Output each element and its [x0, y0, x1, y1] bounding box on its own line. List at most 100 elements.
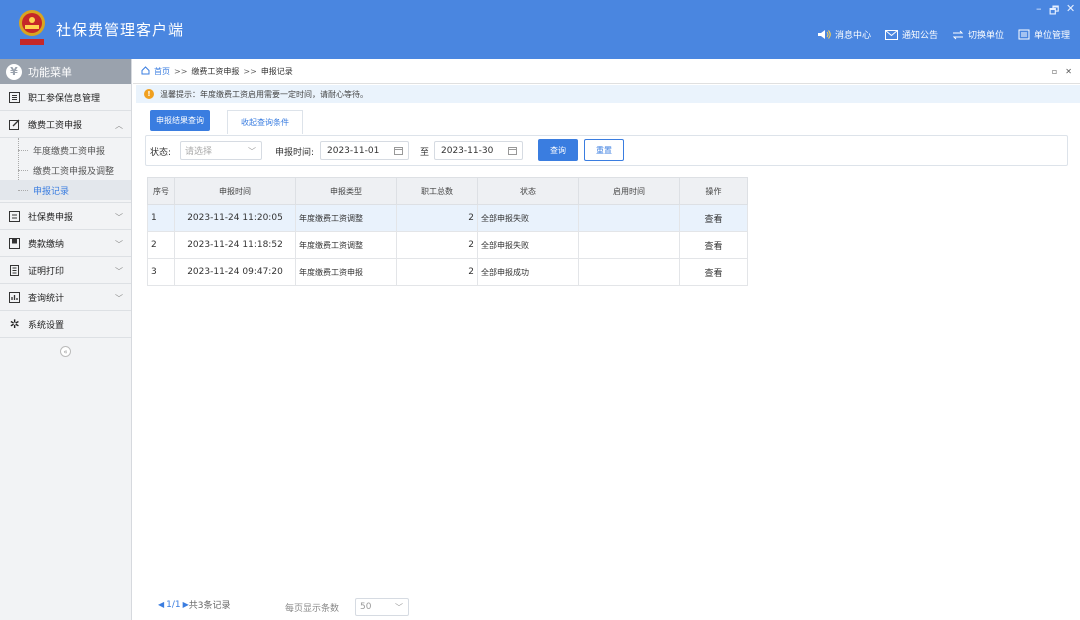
- cell-no: 1: [147, 204, 175, 232]
- switch-unit-button[interactable]: 切换单位: [952, 28, 1004, 41]
- view-link[interactable]: 查看: [679, 204, 748, 232]
- collapse-sidebar-button[interactable]: «: [60, 346, 71, 357]
- tab-declaration-results[interactable]: 申报结果查询: [150, 110, 210, 131]
- sidebar-item-label: 职工参保信息管理: [28, 93, 101, 104]
- sidebar-subitem-annual-declaration[interactable]: 年度缴费工资申报: [0, 140, 131, 160]
- query-button[interactable]: 查询: [538, 139, 578, 161]
- message-center-label: 消息中心: [834, 31, 871, 41]
- title-bar: 社保费管理客户端 – 🗗 ✕ 消息中心 通知公告 切换单位 单位管理: [0, 0, 1080, 59]
- prev-page-icon[interactable]: ◀: [158, 600, 164, 609]
- breadcrumb-home-link[interactable]: 首页: [154, 66, 170, 77]
- cell-time: 2023-11-24 11:18:52: [174, 231, 296, 259]
- cell-status: 全部申报失败: [477, 204, 579, 232]
- calendar-icon: [394, 146, 403, 158]
- col-header-time: 申报时间: [174, 177, 296, 205]
- sidebar-subitem-declaration-adjustment[interactable]: 缴费工资申报及调整: [0, 160, 131, 180]
- switch-arrows-icon: [952, 30, 964, 40]
- header-actions: 消息中心 通知公告 切换单位 单位管理: [817, 28, 1070, 41]
- date-to-input[interactable]: 2023-11-30: [434, 141, 523, 160]
- sidebar-title: 功能菜单: [28, 65, 72, 79]
- cell-count: 2: [396, 204, 478, 232]
- collapse-filters-button[interactable]: 收起查询条件: [227, 110, 303, 134]
- chart-icon: [9, 291, 20, 303]
- cell-status: 全部申报失败: [477, 231, 579, 259]
- sidebar-item-system-settings[interactable]: ✲ 系统设置: [0, 311, 131, 338]
- reset-button[interactable]: 重置: [584, 139, 624, 161]
- cell-count: 2: [396, 231, 478, 259]
- main-panel: 首页 >> 缴费工资申报 >> 申报记录 ▫ ✕ ! 温馨提示：年度缴费工资启用…: [133, 59, 1080, 620]
- col-header-count: 职工总数: [396, 177, 478, 205]
- tab-window-controls: ▫ ✕: [1052, 67, 1072, 76]
- cell-type: 年度缴费工资调整: [295, 231, 397, 259]
- wallet-icon: [9, 237, 20, 249]
- unit-management-label: 单位管理: [1033, 31, 1070, 41]
- minimize-button[interactable]: –: [1036, 2, 1042, 15]
- chevron-down-icon: ﹀: [115, 267, 123, 276]
- col-header-status: 状态: [477, 177, 579, 205]
- sidebar-item-query-statistics[interactable]: 查询统计 ﹀: [0, 284, 131, 311]
- emblem-logo: [16, 8, 48, 48]
- gear-icon: ✲: [9, 317, 20, 331]
- col-header-enabled-time: 启用时间: [578, 177, 680, 205]
- restore-button[interactable]: 🗗: [1049, 2, 1059, 21]
- notices-label: 通知公告: [901, 31, 938, 41]
- date-label: 申报时间:: [275, 148, 315, 158]
- sidebar-item-label: 系统设置: [28, 320, 65, 331]
- sidebar-subitem-declaration-records[interactable]: 申报记录: [0, 180, 131, 200]
- tab-close-icon[interactable]: ✕: [1065, 67, 1072, 76]
- notice-bar: ! 温馨提示：年度缴费工资启用需要一定时间，请耐心等待。: [136, 85, 1080, 103]
- status-select[interactable]: 请选择 ﹀: [180, 141, 262, 160]
- app-title: 社保费管理客户端: [56, 21, 185, 39]
- breadcrumb-current: 申报记录: [260, 66, 293, 76]
- cell-enabled-time: [578, 231, 680, 259]
- sidebar-item-social-fee-declaration[interactable]: 社保费申报 ﹀: [0, 203, 131, 230]
- chevron-down-icon: ﹀: [248, 147, 256, 156]
- table-row[interactable]: 1 2023-11-24 11:20:05 年度缴费工资调整 2 全部申报失败 …: [147, 204, 748, 232]
- cell-no: 3: [147, 258, 175, 286]
- sidebar-item-label: 查询统计: [28, 293, 65, 304]
- col-header-no: 序号: [147, 177, 175, 205]
- speaker-icon: [817, 29, 831, 40]
- breadcrumb: 首页 >> 缴费工资申报 >> 申报记录 ▫ ✕: [133, 59, 1080, 84]
- status-label: 状态:: [150, 148, 172, 158]
- breadcrumb-level1: 缴费工资申报: [191, 66, 240, 76]
- status-placeholder: 请选择: [185, 147, 213, 157]
- notices-button[interactable]: 通知公告: [884, 28, 938, 41]
- chevron-down-icon: ﹀: [115, 294, 123, 303]
- cell-count: 2: [396, 258, 478, 286]
- pagination: ◀ 1/1 ▶ 共3条记录: [158, 598, 231, 612]
- sidebar: ¥ 功能菜单 职工参保信息管理 缴费工资申报 ︿ 年度缴费工资申报 缴费工资申报…: [0, 59, 132, 620]
- building-icon: [1018, 29, 1030, 40]
- breadcrumb-separator: >>: [243, 66, 257, 76]
- tab-restore-icon[interactable]: ▫: [1052, 67, 1057, 76]
- date-from-input[interactable]: 2023-11-01: [320, 141, 409, 160]
- form-icon: [9, 210, 20, 222]
- col-header-type: 申报类型: [295, 177, 397, 205]
- view-link[interactable]: 查看: [679, 258, 748, 286]
- warning-icon: !: [144, 89, 154, 99]
- cell-enabled-time: [578, 204, 680, 232]
- view-link[interactable]: 查看: [679, 231, 748, 259]
- chevron-down-icon: ﹀: [395, 603, 403, 612]
- print-icon: [9, 264, 20, 276]
- breadcrumb-separator: >>: [174, 66, 188, 76]
- table-row[interactable]: 3 2023-11-24 09:47:20 年度缴费工资申报 2 全部申报成功 …: [147, 258, 748, 286]
- chevron-up-icon: ︿: [115, 121, 123, 130]
- sidebar-item-wage-declaration[interactable]: 缴费工资申报 ︿: [0, 111, 131, 138]
- sidebar-item-employee-insurance[interactable]: 职工参保信息管理: [0, 84, 131, 111]
- sidebar-item-label: 缴费工资申报: [28, 120, 83, 131]
- chevron-down-icon: ﹀: [115, 240, 123, 249]
- sidebar-item-fee-payment[interactable]: 费款缴纳 ﹀: [0, 230, 131, 257]
- wage-declaration-submenu: 年度缴费工资申报 缴费工资申报及调整 申报记录: [0, 138, 131, 203]
- notice-text: 温馨提示：年度缴费工资启用需要一定时间，请耐心等待。: [160, 89, 368, 99]
- page-size-select[interactable]: 50 ﹀: [355, 598, 409, 616]
- close-button[interactable]: ✕: [1066, 2, 1075, 15]
- yen-icon: ¥: [6, 63, 22, 80]
- unit-management-button[interactable]: 单位管理: [1018, 28, 1070, 41]
- message-center-button[interactable]: 消息中心: [817, 28, 871, 41]
- table-row[interactable]: 2 2023-11-24 11:18:52 年度缴费工资调整 2 全部申报失败 …: [147, 231, 748, 259]
- home-icon: [141, 65, 150, 77]
- sidebar-item-certificate-print[interactable]: 证明打印 ﹀: [0, 257, 131, 284]
- list-icon: [9, 91, 20, 103]
- sidebar-item-label: 社保费申报: [28, 212, 74, 223]
